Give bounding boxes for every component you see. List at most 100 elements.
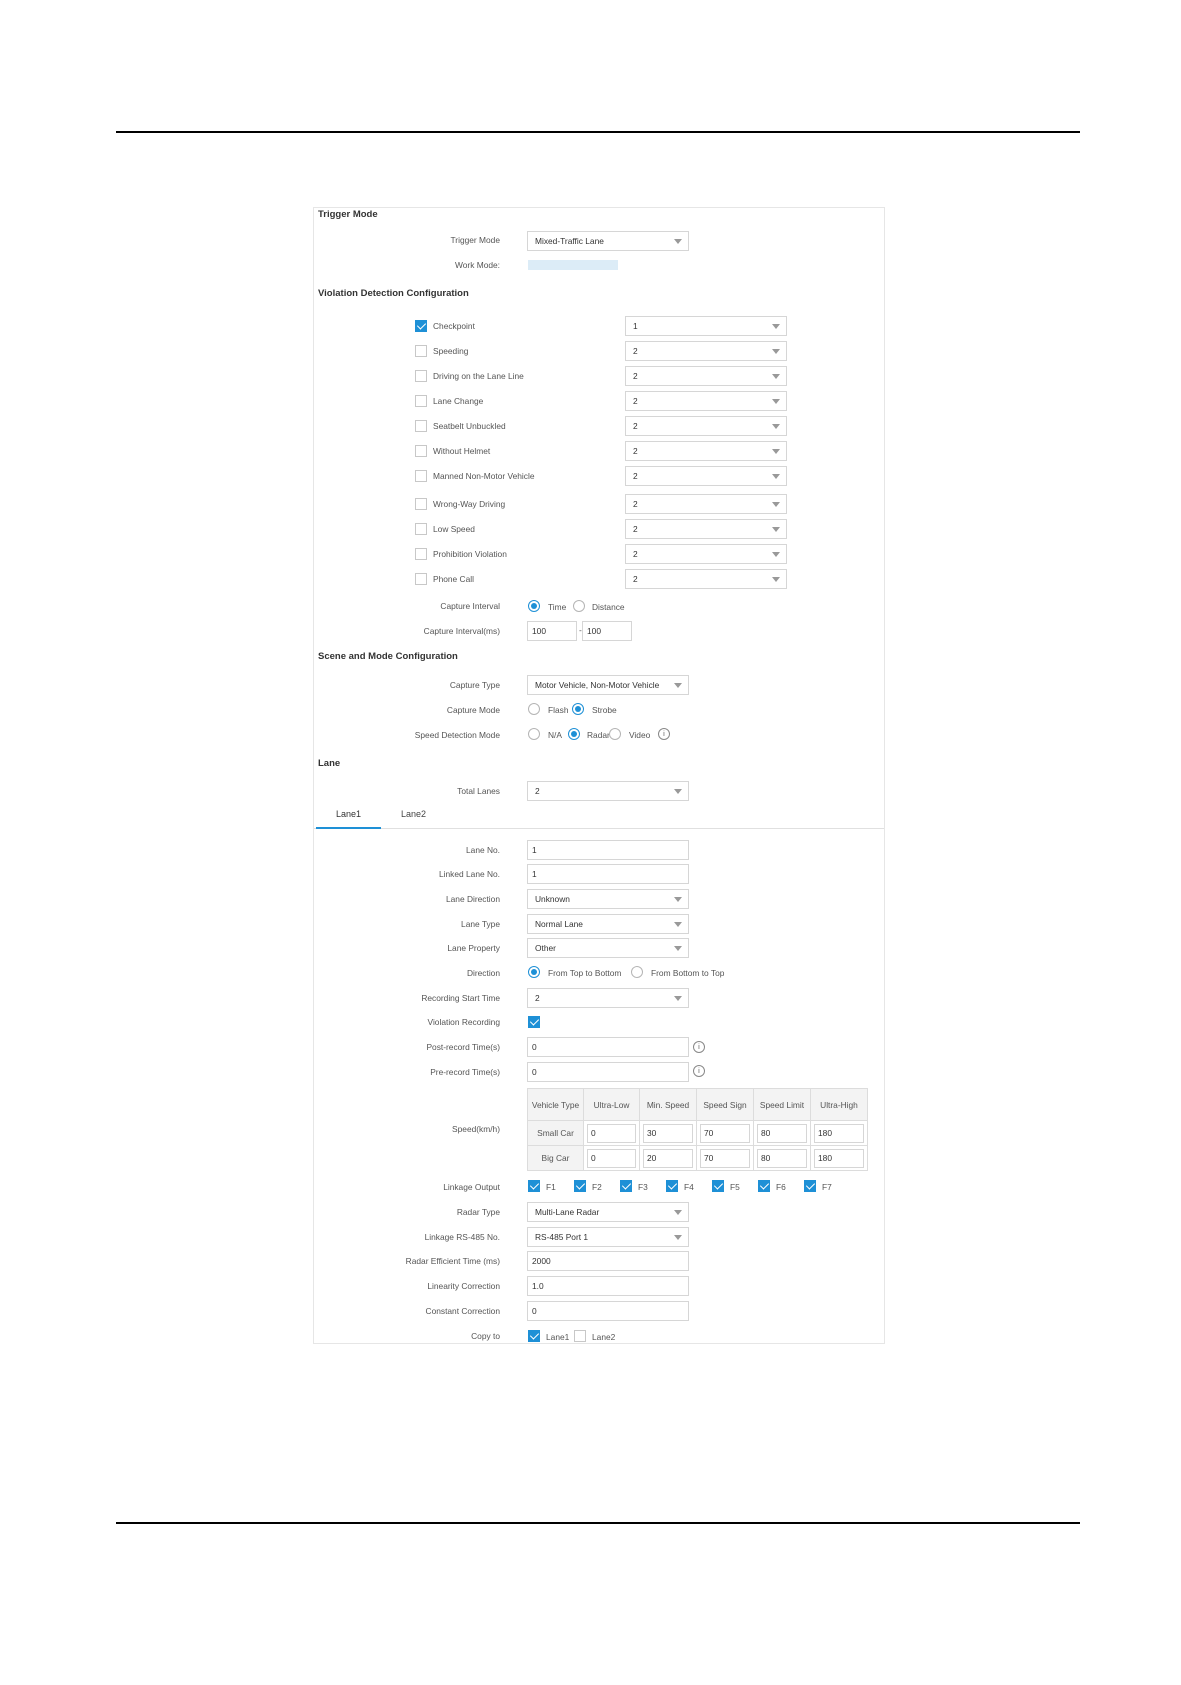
linked-lane-no-input[interactable]: 1	[527, 864, 689, 884]
violation-count-value: 1	[633, 321, 638, 331]
tab-lane1[interactable]: Lane1	[316, 809, 381, 819]
capture-interval-distance-radio[interactable]	[573, 600, 585, 612]
lane-section-title: Lane	[318, 758, 341, 769]
speed-value-input[interactable]: 0	[587, 1148, 636, 1168]
linkage-output-checkbox[interactable]	[574, 1180, 586, 1192]
speed-value-input[interactable]: 70	[700, 1123, 750, 1143]
copy-to-lane2-checkbox[interactable]	[574, 1330, 586, 1342]
direction-bottom-top-radio[interactable]	[631, 966, 643, 978]
chevron-down-icon	[674, 239, 682, 244]
radar-type-value: Multi-Lane Radar	[535, 1207, 600, 1217]
chevron-down-icon	[772, 577, 780, 582]
violation-count-value: 2	[633, 499, 638, 509]
violation-count-select[interactable]: 2	[625, 519, 787, 539]
speed-detection-radar-radio[interactable]	[568, 728, 580, 740]
capture-interval-time-radio[interactable]	[528, 600, 540, 612]
copy-to-label: Copy to	[471, 1331, 500, 1341]
lane-type-label: Lane Type	[461, 919, 500, 929]
violation-checkbox[interactable]	[415, 395, 427, 407]
total-lanes-select[interactable]: 2	[527, 781, 689, 801]
radar-efficient-input[interactable]: 2000	[527, 1251, 689, 1271]
violation-checkbox[interactable]	[415, 470, 427, 482]
speed-value-input[interactable]: 70	[700, 1148, 750, 1168]
violation-count-select[interactable]: 2	[625, 494, 787, 514]
capture-interval-ms-input-1[interactable]: 100	[527, 621, 577, 641]
lane-type-select[interactable]: Normal Lane	[527, 914, 689, 934]
copy-to-lane1-checkbox[interactable]	[528, 1330, 540, 1342]
violation-count-select[interactable]: 2	[625, 441, 787, 461]
speed-detection-na-label: N/A	[548, 730, 562, 740]
linkage-output-checkbox[interactable]	[712, 1180, 724, 1192]
violation-count-select[interactable]: 1	[625, 316, 787, 336]
violation-recording-checkbox[interactable]	[528, 1016, 540, 1028]
tab-divider	[314, 828, 884, 829]
lane-no-input[interactable]: 1	[527, 840, 689, 860]
linkage-output-checkbox[interactable]	[620, 1180, 632, 1192]
violation-checkbox[interactable]	[415, 345, 427, 357]
violation-count-select[interactable]: 2	[625, 391, 787, 411]
violation-checkbox[interactable]	[415, 370, 427, 382]
linkage-output-checkbox[interactable]	[528, 1180, 540, 1192]
violation-count-select[interactable]: 2	[625, 341, 787, 361]
linkage-output-checkbox[interactable]	[758, 1180, 770, 1192]
violation-count-select[interactable]: 2	[625, 544, 787, 564]
linearity-input[interactable]: 1.0	[527, 1276, 689, 1296]
violation-checkbox[interactable]	[415, 548, 427, 560]
speed-value-input[interactable]: 180	[814, 1123, 864, 1143]
capture-interval-ms-label: Capture Interval(ms)	[423, 626, 500, 636]
chevron-down-icon	[674, 789, 682, 794]
violation-count-value: 2	[633, 446, 638, 456]
trigger-mode-select[interactable]: Mixed-Traffic Lane	[527, 231, 689, 251]
capture-mode-flash-radio[interactable]	[528, 703, 540, 715]
speed-value-input[interactable]: 80	[757, 1148, 807, 1168]
speed-detection-na-radio[interactable]	[528, 728, 540, 740]
speed-table-header: Speed Limit	[753, 1088, 811, 1121]
violation-count-select[interactable]: 2	[625, 366, 787, 386]
recording-start-label: Recording Start Time	[421, 993, 500, 1003]
violation-checkbox[interactable]	[415, 445, 427, 457]
violation-count-select[interactable]: 2	[625, 466, 787, 486]
info-icon[interactable]: i	[693, 1041, 705, 1053]
lane-property-select[interactable]: Other	[527, 938, 689, 958]
violation-count-select[interactable]: 2	[625, 416, 787, 436]
violation-checkbox[interactable]	[415, 573, 427, 585]
violation-checkbox[interactable]	[415, 320, 427, 332]
capture-type-select[interactable]: Motor Vehicle, Non-Motor Vehicle	[527, 675, 689, 695]
violation-checkbox[interactable]	[415, 523, 427, 535]
lane-direction-value: Unknown	[535, 894, 570, 904]
violation-label: Checkpoint	[433, 321, 475, 331]
speed-value-input[interactable]: 180	[814, 1148, 864, 1168]
direction-top-bottom-radio[interactable]	[528, 966, 540, 978]
violation-checkbox[interactable]	[415, 420, 427, 432]
info-icon[interactable]: i	[693, 1065, 705, 1077]
trigger-mode-value: Mixed-Traffic Lane	[535, 236, 604, 246]
speed-value-input[interactable]: 30	[643, 1123, 693, 1143]
pre-record-input[interactable]: 0	[527, 1062, 689, 1082]
radar-type-select[interactable]: Multi-Lane Radar	[527, 1202, 689, 1222]
linkage-rs485-select[interactable]: RS-485 Port 1	[527, 1227, 689, 1247]
lane-property-label: Lane Property	[447, 943, 500, 953]
recording-start-value: 2	[535, 993, 540, 1003]
lane-direction-select[interactable]: Unknown	[527, 889, 689, 909]
info-icon[interactable]: i	[658, 728, 670, 740]
speed-value-input[interactable]: 0	[587, 1123, 636, 1143]
linkage-output-label-item: F6	[776, 1182, 786, 1192]
violation-checkbox[interactable]	[415, 498, 427, 510]
speed-detection-video-radio[interactable]	[609, 728, 621, 740]
violation-count-value: 2	[633, 549, 638, 559]
recording-start-select[interactable]: 2	[527, 988, 689, 1008]
linkage-output-checkbox[interactable]	[666, 1180, 678, 1192]
linkage-output-checkbox[interactable]	[804, 1180, 816, 1192]
tab-lane2[interactable]: Lane2	[381, 809, 446, 819]
speed-value-input[interactable]: 80	[757, 1123, 807, 1143]
constant-input[interactable]: 0	[527, 1301, 689, 1321]
violation-count-select[interactable]: 2	[625, 569, 787, 589]
violation-label: Without Helmet	[433, 446, 491, 456]
page-footer-rule	[116, 1522, 1080, 1524]
capture-mode-strobe-radio[interactable]	[572, 703, 584, 715]
capture-interval-ms-input-2[interactable]: 100	[582, 621, 632, 641]
linkage-output-label-item: F1	[546, 1182, 556, 1192]
post-record-input[interactable]: 0	[527, 1037, 689, 1057]
speed-value-input[interactable]: 20	[643, 1148, 693, 1168]
violation-count-value: 2	[633, 346, 638, 356]
